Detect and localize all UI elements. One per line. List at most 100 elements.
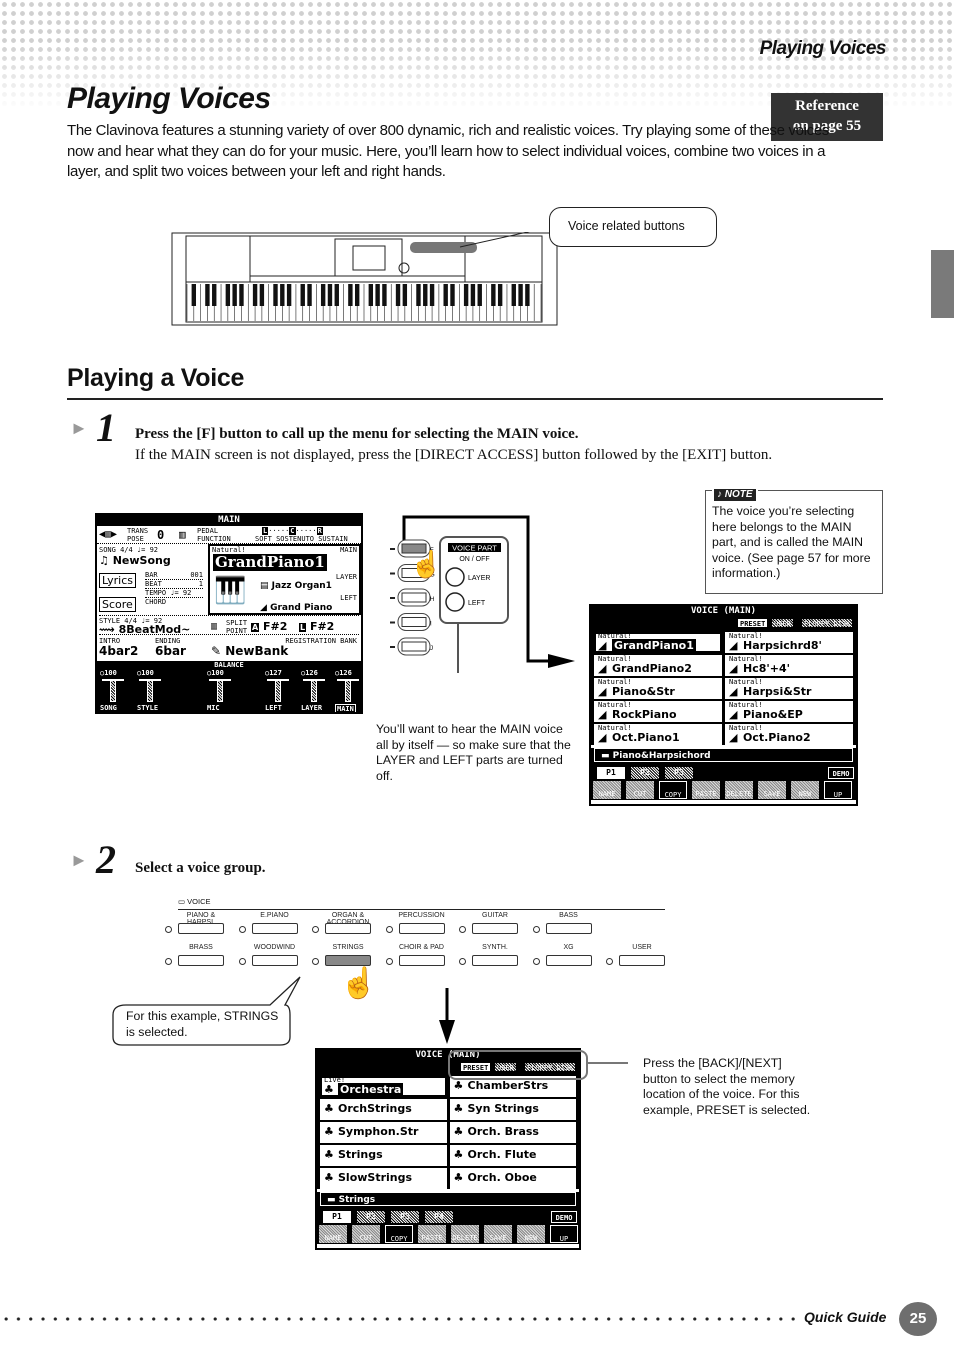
reference-line-1: Reference [795, 98, 859, 114]
voice-parts-area[interactable]: Natural! MAIN GrandPiano1 🎹 LAYER ▤ Jazz… [208, 544, 361, 615]
balance-slider-mic[interactable]: ○100 MIC [207, 669, 237, 712]
tab-user[interactable]: USER [771, 618, 794, 628]
new-button[interactable]: NEW [517, 1225, 545, 1243]
voice-group-button-xg[interactable] [545, 955, 592, 966]
cut-button[interactable]: CUT [352, 1225, 380, 1243]
voice-item[interactable]: ♣ Orch. Brass [449, 1122, 576, 1143]
voice-item[interactable]: ♣ Orch. Flute [449, 1145, 576, 1166]
tab-floppy-disk[interactable]: FLOPPY DISK [801, 618, 854, 628]
copy-button[interactable]: COPY [659, 781, 687, 799]
note-badge: ♪ NOTE [712, 484, 758, 501]
lyrics-button[interactable]: Lyrics [99, 573, 136, 588]
voice-group-button-organ-accordion[interactable] [325, 923, 371, 934]
delete-button[interactable]: DELETE [725, 781, 753, 799]
voice-item[interactable]: Natural! ◢ RockPiano [594, 701, 722, 722]
delete-button[interactable]: DELETE [451, 1225, 479, 1243]
cut-button[interactable]: CUT [626, 781, 654, 799]
balance-slider-left[interactable]: ○127 LEFT [265, 669, 295, 712]
voice-item[interactable]: Natural! ◢ Piano&Str [594, 678, 722, 699]
button-i[interactable] [401, 617, 427, 627]
voice-item[interactable]: Natural! ◢ Oct.Piano1 [594, 724, 722, 745]
page-tab-p2[interactable]: P2 [631, 767, 659, 779]
button-h[interactable] [401, 592, 427, 603]
voice-group-button-bass[interactable] [545, 923, 592, 934]
voice-item[interactable]: ♣ OrchStrings [320, 1099, 447, 1120]
tab-preset[interactable]: PRESET [737, 618, 769, 628]
balance-bar [110, 680, 116, 702]
voice-name: Piano&Str [612, 685, 675, 698]
balance-slider-main[interactable]: ○126 MAIN [335, 669, 361, 712]
black-key [348, 284, 353, 306]
voice-name: Syn Strings [467, 1102, 539, 1115]
voice-item[interactable]: Natural! ◢ GrandPiano1 [594, 632, 722, 653]
left-voice: ◢ Grand Piano [260, 603, 333, 613]
demo-button[interactable]: DEMO [551, 1211, 577, 1223]
voice-group-button-e-piano[interactable] [251, 923, 298, 934]
voice-name: Oct.Piano1 [612, 731, 680, 744]
voice-group-button-choir-pad[interactable] [398, 955, 445, 966]
voice-name: Piano&EP [743, 708, 803, 721]
voice-item[interactable]: Natural! ◢ GrandPiano2 [594, 655, 722, 676]
voice-type-icon: ♣ [324, 1083, 334, 1096]
page-tab-p3[interactable]: P3 [665, 767, 693, 779]
black-key [443, 284, 448, 306]
voice-group-button-percussion[interactable] [398, 923, 445, 934]
paste-button[interactable]: PASTE [692, 781, 720, 799]
voice-type-icon: ◢ [729, 662, 738, 675]
name-button[interactable]: NAME [319, 1225, 347, 1243]
piano-keys [186, 284, 542, 321]
voice-item[interactable]: Live! ♣ Orchestra [320, 1076, 447, 1097]
score-button[interactable]: Score [99, 597, 136, 612]
button-j[interactable] [401, 641, 427, 652]
voice-group-button-brass[interactable] [178, 955, 224, 966]
voice-group-led [312, 958, 319, 965]
black-key [395, 284, 401, 306]
voice-item[interactable]: ♣ Syn Strings [449, 1099, 576, 1120]
black-key [212, 284, 217, 306]
new-button[interactable]: NEW [791, 781, 819, 799]
name-button[interactable]: NAME [593, 781, 621, 799]
black-key [232, 284, 237, 306]
up-button[interactable]: UP [824, 781, 852, 799]
voice-group-button-woodwind[interactable] [251, 955, 298, 966]
voice-item[interactable]: Natural! ◢ Piano&EP [725, 701, 853, 722]
save-button[interactable]: SAVE [758, 781, 786, 799]
page-tab-p4[interactable]: P4 [425, 1211, 453, 1223]
voice-item[interactable]: Natural! ◢ Oct.Piano2 [725, 724, 853, 745]
page-tab-p1[interactable]: P1 [597, 767, 625, 779]
voice-name: ChamberStrs [467, 1079, 549, 1092]
up-button[interactable]: UP [550, 1225, 578, 1243]
voice-item[interactable]: ♣ Strings [320, 1145, 447, 1166]
voice-group-button-synth[interactable] [472, 955, 518, 966]
pedal-functions: SOFT SOSTENUTO SUSTAIN [255, 535, 348, 543]
voice-item[interactable]: Natural! ◢ Harpsi&Str [725, 678, 853, 699]
balance-slider-style[interactable]: ○100 STYLE [137, 669, 167, 712]
balance-slider-song[interactable]: ○100 SONG [100, 669, 130, 712]
layer-on-off-button[interactable] [445, 567, 465, 587]
balance-value: ○126 [335, 669, 352, 677]
voice-group-button-user[interactable] [619, 955, 665, 966]
balance-slider-layer[interactable]: ○126 LAYER [301, 669, 331, 712]
pedal-label: PEDAL FUNCTION [197, 527, 231, 543]
left-on-off-button[interactable] [445, 592, 465, 612]
save-button[interactable]: SAVE [484, 1225, 512, 1243]
page-tab-p1[interactable]: P1 [323, 1211, 351, 1223]
page-tab-p2[interactable]: P2 [357, 1211, 385, 1223]
voice-group-button-piano-harpsi[interactable] [178, 923, 224, 934]
voice-item[interactable]: ♣ SlowStrings [320, 1168, 447, 1189]
voice-item[interactable]: ♣ Orch. Oboe [449, 1168, 576, 1189]
page-tab-p3[interactable]: P3 [391, 1211, 419, 1223]
balance-value: ○127 [265, 669, 282, 677]
voice-item[interactable]: Natural! ◢ Hc8'+4' [725, 655, 853, 676]
main-part-label: MAIN [340, 546, 357, 554]
copy-button[interactable]: COPY [385, 1225, 413, 1243]
voice-group-button-guitar[interactable] [472, 923, 518, 934]
paste-button[interactable]: PASTE [418, 1225, 446, 1243]
voice-item[interactable]: ♣ Symphon.Str [320, 1122, 447, 1143]
voice-item[interactable]: Natural! ◢ Harpsichrd8' [725, 632, 853, 653]
voice-name: SlowStrings [338, 1171, 413, 1184]
demo-button[interactable]: DEMO [828, 767, 854, 779]
step-1-heading: Press the [F] button to call up the menu… [135, 426, 579, 442]
voice-type-icon: ◢ [598, 662, 607, 675]
voice-group-led [532, 958, 540, 965]
